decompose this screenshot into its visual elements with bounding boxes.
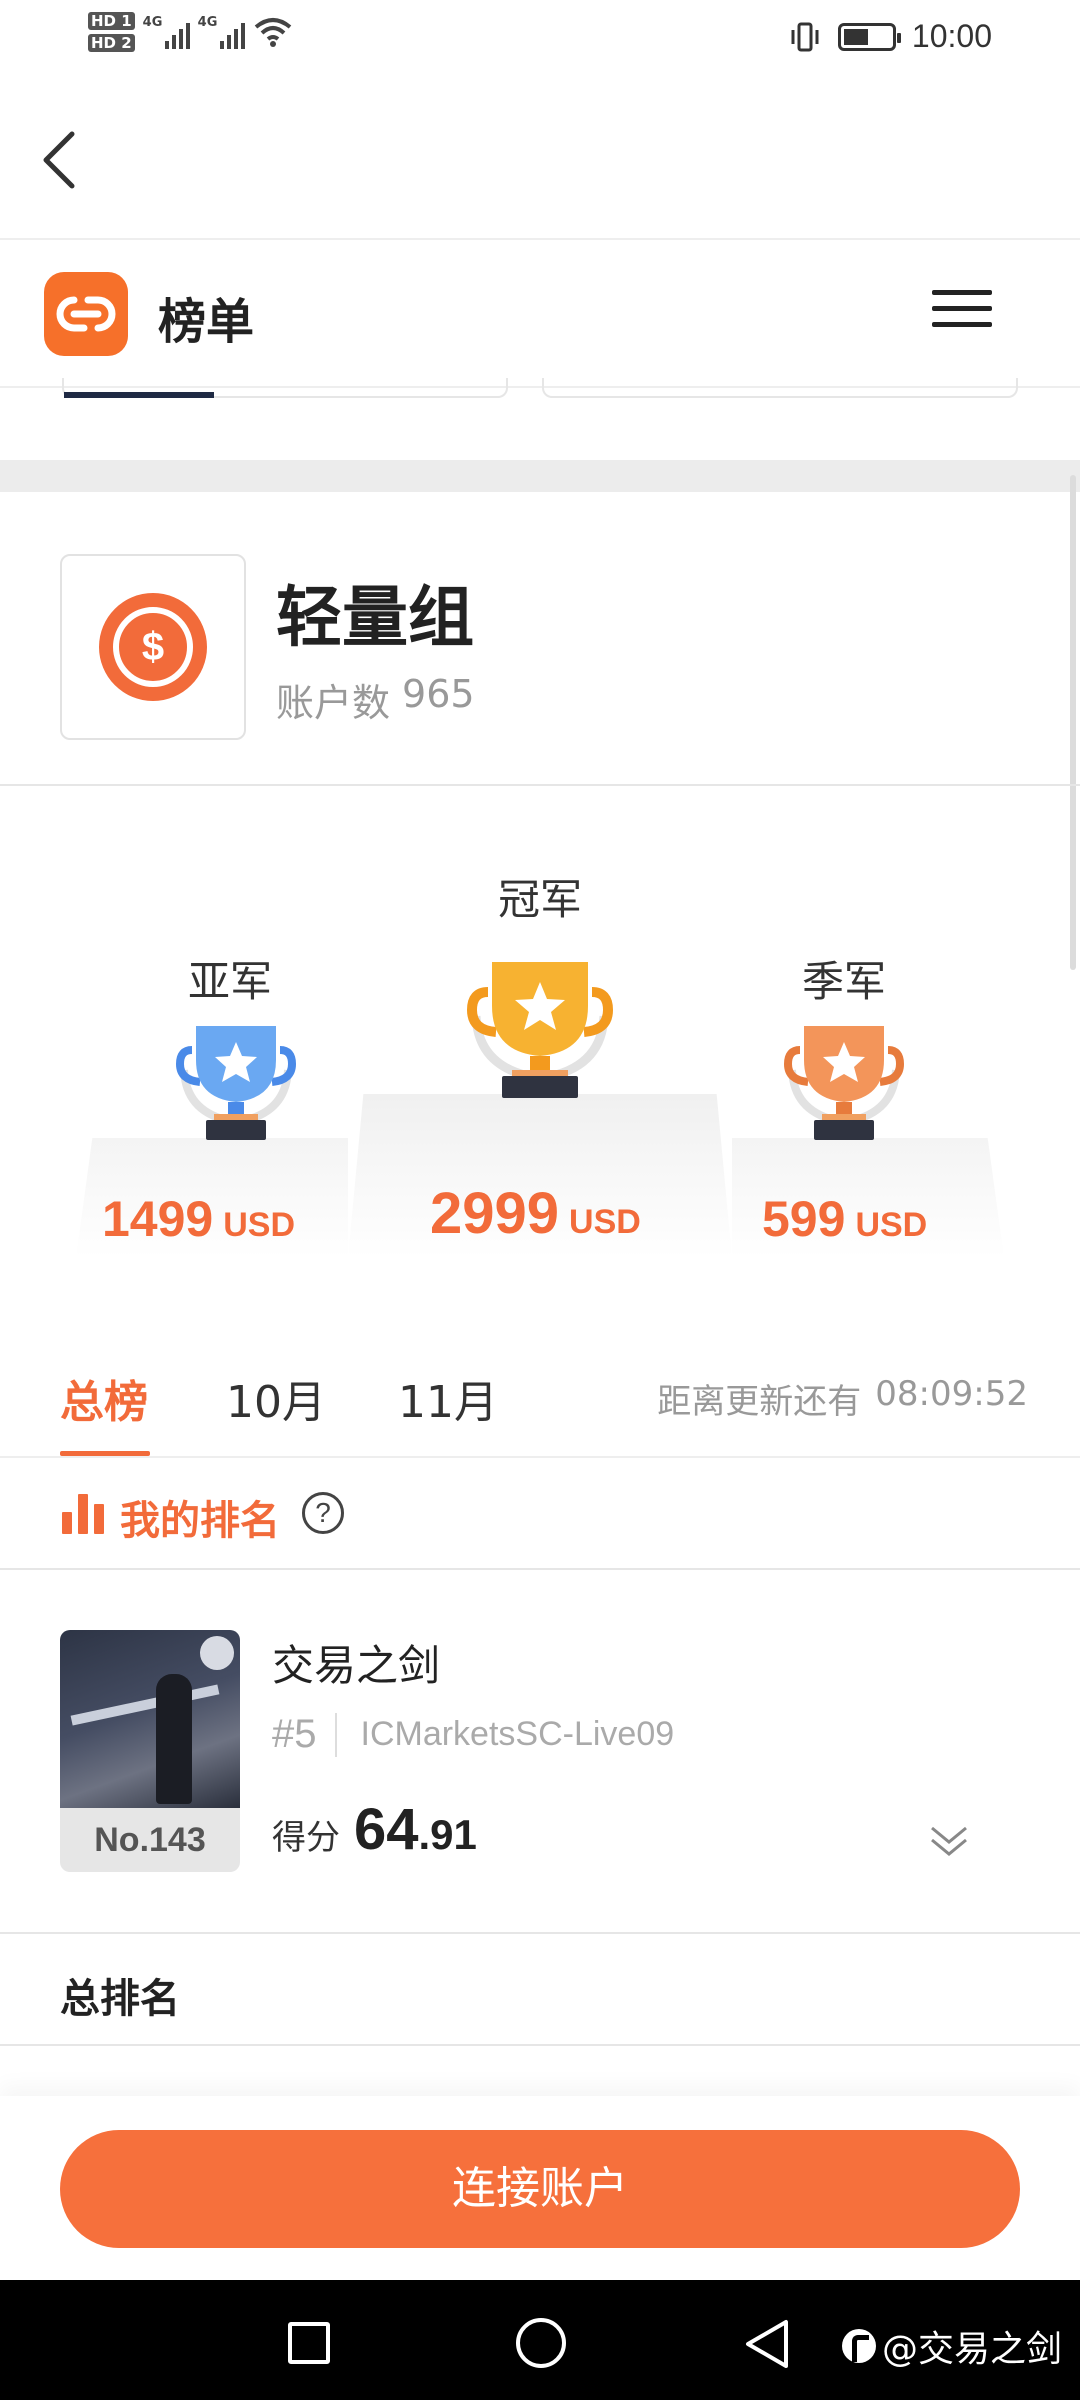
status-right: 10:00	[788, 18, 992, 55]
wifi-icon	[254, 18, 291, 47]
nav-back-icon[interactable]	[744, 2318, 790, 2370]
network-type-label-2: 4G	[197, 15, 218, 30]
tab-fragment-right	[542, 378, 1018, 398]
rank-number-badge: No.143	[60, 1808, 240, 1872]
period-tabs: 总榜 10月 11月 距离更新还有 08:09:52	[0, 1320, 1080, 1458]
countdown-label: 距离更新还有	[657, 1382, 862, 1422]
scrolled-tabs-fragment	[0, 378, 1080, 458]
home-icon[interactable]	[516, 2318, 566, 2368]
account-count-label: 账户数	[276, 681, 391, 725]
battery-icon	[837, 22, 901, 51]
total-rank-title: 总排名	[60, 1976, 180, 2022]
avatar	[60, 1630, 240, 1808]
group-rank: #5	[272, 1712, 317, 1756]
bar-chart-icon	[62, 1494, 106, 1534]
tab-november[interactable]: 11月	[398, 1366, 498, 1430]
second-prize-unit: USD	[223, 1206, 296, 1244]
countdown-value: 08:09:52	[875, 1374, 1028, 1414]
network-type-label: 4G	[142, 15, 163, 30]
second-place-title: 亚军	[187, 957, 272, 1006]
server-name: ICMarketsSC-Live09	[360, 1715, 675, 1753]
vibrate-icon	[791, 22, 819, 51]
trader-name: 交易之剑	[272, 1641, 441, 1690]
separator	[334, 1712, 337, 1757]
app-logo-icon	[44, 272, 128, 356]
help-icon[interactable]: ?	[302, 1492, 344, 1534]
dollar-coin-icon: $	[99, 593, 207, 701]
second-prize-amount: 1499	[102, 1191, 214, 1247]
recent-apps-icon[interactable]	[288, 2322, 330, 2364]
my-rank-header: 我的排名 ?	[0, 1460, 1080, 1570]
gold-trophy-icon	[466, 962, 614, 1098]
tab-fragment-left	[62, 378, 508, 398]
tab-october[interactable]: 10月	[226, 1366, 326, 1430]
score-integer: 64	[354, 1797, 419, 1862]
hd2-badge: HD 2	[88, 34, 135, 52]
score: 得分 64 .91	[272, 1796, 477, 1863]
system-nav-bar: @交易之剑	[0, 2280, 1080, 2400]
third-place-title: 季军	[801, 957, 886, 1006]
group-icon-box: $	[60, 554, 246, 740]
connect-account-button[interactable]: 连接账户	[60, 2130, 1020, 2248]
active-tab-indicator	[60, 1451, 150, 1456]
group-card: $ 轻量组 账户数 965	[0, 492, 1080, 786]
signal-icon: 4G	[143, 15, 190, 49]
silver-trophy-icon	[175, 1026, 297, 1140]
nav-row	[0, 80, 1080, 240]
section-divider	[0, 460, 1080, 492]
my-rank-title: 我的排名	[120, 1498, 280, 1544]
podium: 亚军 冠军 季军 1499 USD 2999 USD 599 USD	[0, 786, 1080, 1286]
menu-icon[interactable]	[932, 290, 992, 334]
tab-total[interactable]: 总榜	[60, 1366, 148, 1430]
app-header: 榜单	[0, 240, 1080, 388]
bottom-action-bar: 连接账户	[0, 2096, 1080, 2280]
first-prize: 2999 USD	[430, 1180, 641, 1247]
status-bar: HD 1 HD 2 4G 4G 10:00	[0, 0, 1080, 80]
first-place-title: 冠军	[497, 875, 582, 924]
watermark: @交易之剑	[842, 2320, 1062, 2372]
third-prize: 599 USD	[762, 1190, 927, 1248]
back-arrow-icon[interactable]	[36, 124, 84, 196]
page-title: 榜单	[158, 296, 255, 349]
status-left: HD 1 HD 2 4G 4G	[88, 12, 293, 52]
second-prize: 1499 USD	[102, 1190, 295, 1248]
score-decimal: .91	[418, 1811, 477, 1858]
first-prize-unit: USD	[569, 1203, 641, 1241]
group-name: 轻量组	[276, 579, 474, 656]
update-countdown: 距离更新还有 08:09:52	[657, 1374, 1028, 1423]
score-label: 得分	[272, 1818, 340, 1858]
trader-account-info: #5 ICMarketsSC-Live09	[272, 1712, 674, 1757]
chevron-down-icon[interactable]	[928, 1822, 970, 1862]
signal-icon-2: 4G	[198, 15, 245, 49]
clock: 10:00	[911, 18, 992, 54]
watermark-text: @交易之剑	[882, 2329, 1063, 2370]
my-rank-entry[interactable]: No.143 交易之剑 #5 ICMarketsSC-Live09 得分 64 …	[0, 1570, 1080, 1934]
account-count: 账户数 965	[276, 672, 475, 727]
hd1-badge: HD 1	[88, 12, 135, 30]
third-prize-unit: USD	[855, 1206, 928, 1244]
bronze-trophy-icon	[783, 1026, 905, 1140]
sim-badges: HD 1 HD 2	[88, 12, 135, 52]
total-rank-header: 总排名	[0, 1936, 1080, 2046]
third-prize-amount: 599	[762, 1191, 846, 1247]
watermark-logo-icon	[842, 2329, 876, 2363]
first-prize-amount: 2999	[430, 1181, 560, 1246]
account-count-value: 965	[402, 672, 475, 716]
